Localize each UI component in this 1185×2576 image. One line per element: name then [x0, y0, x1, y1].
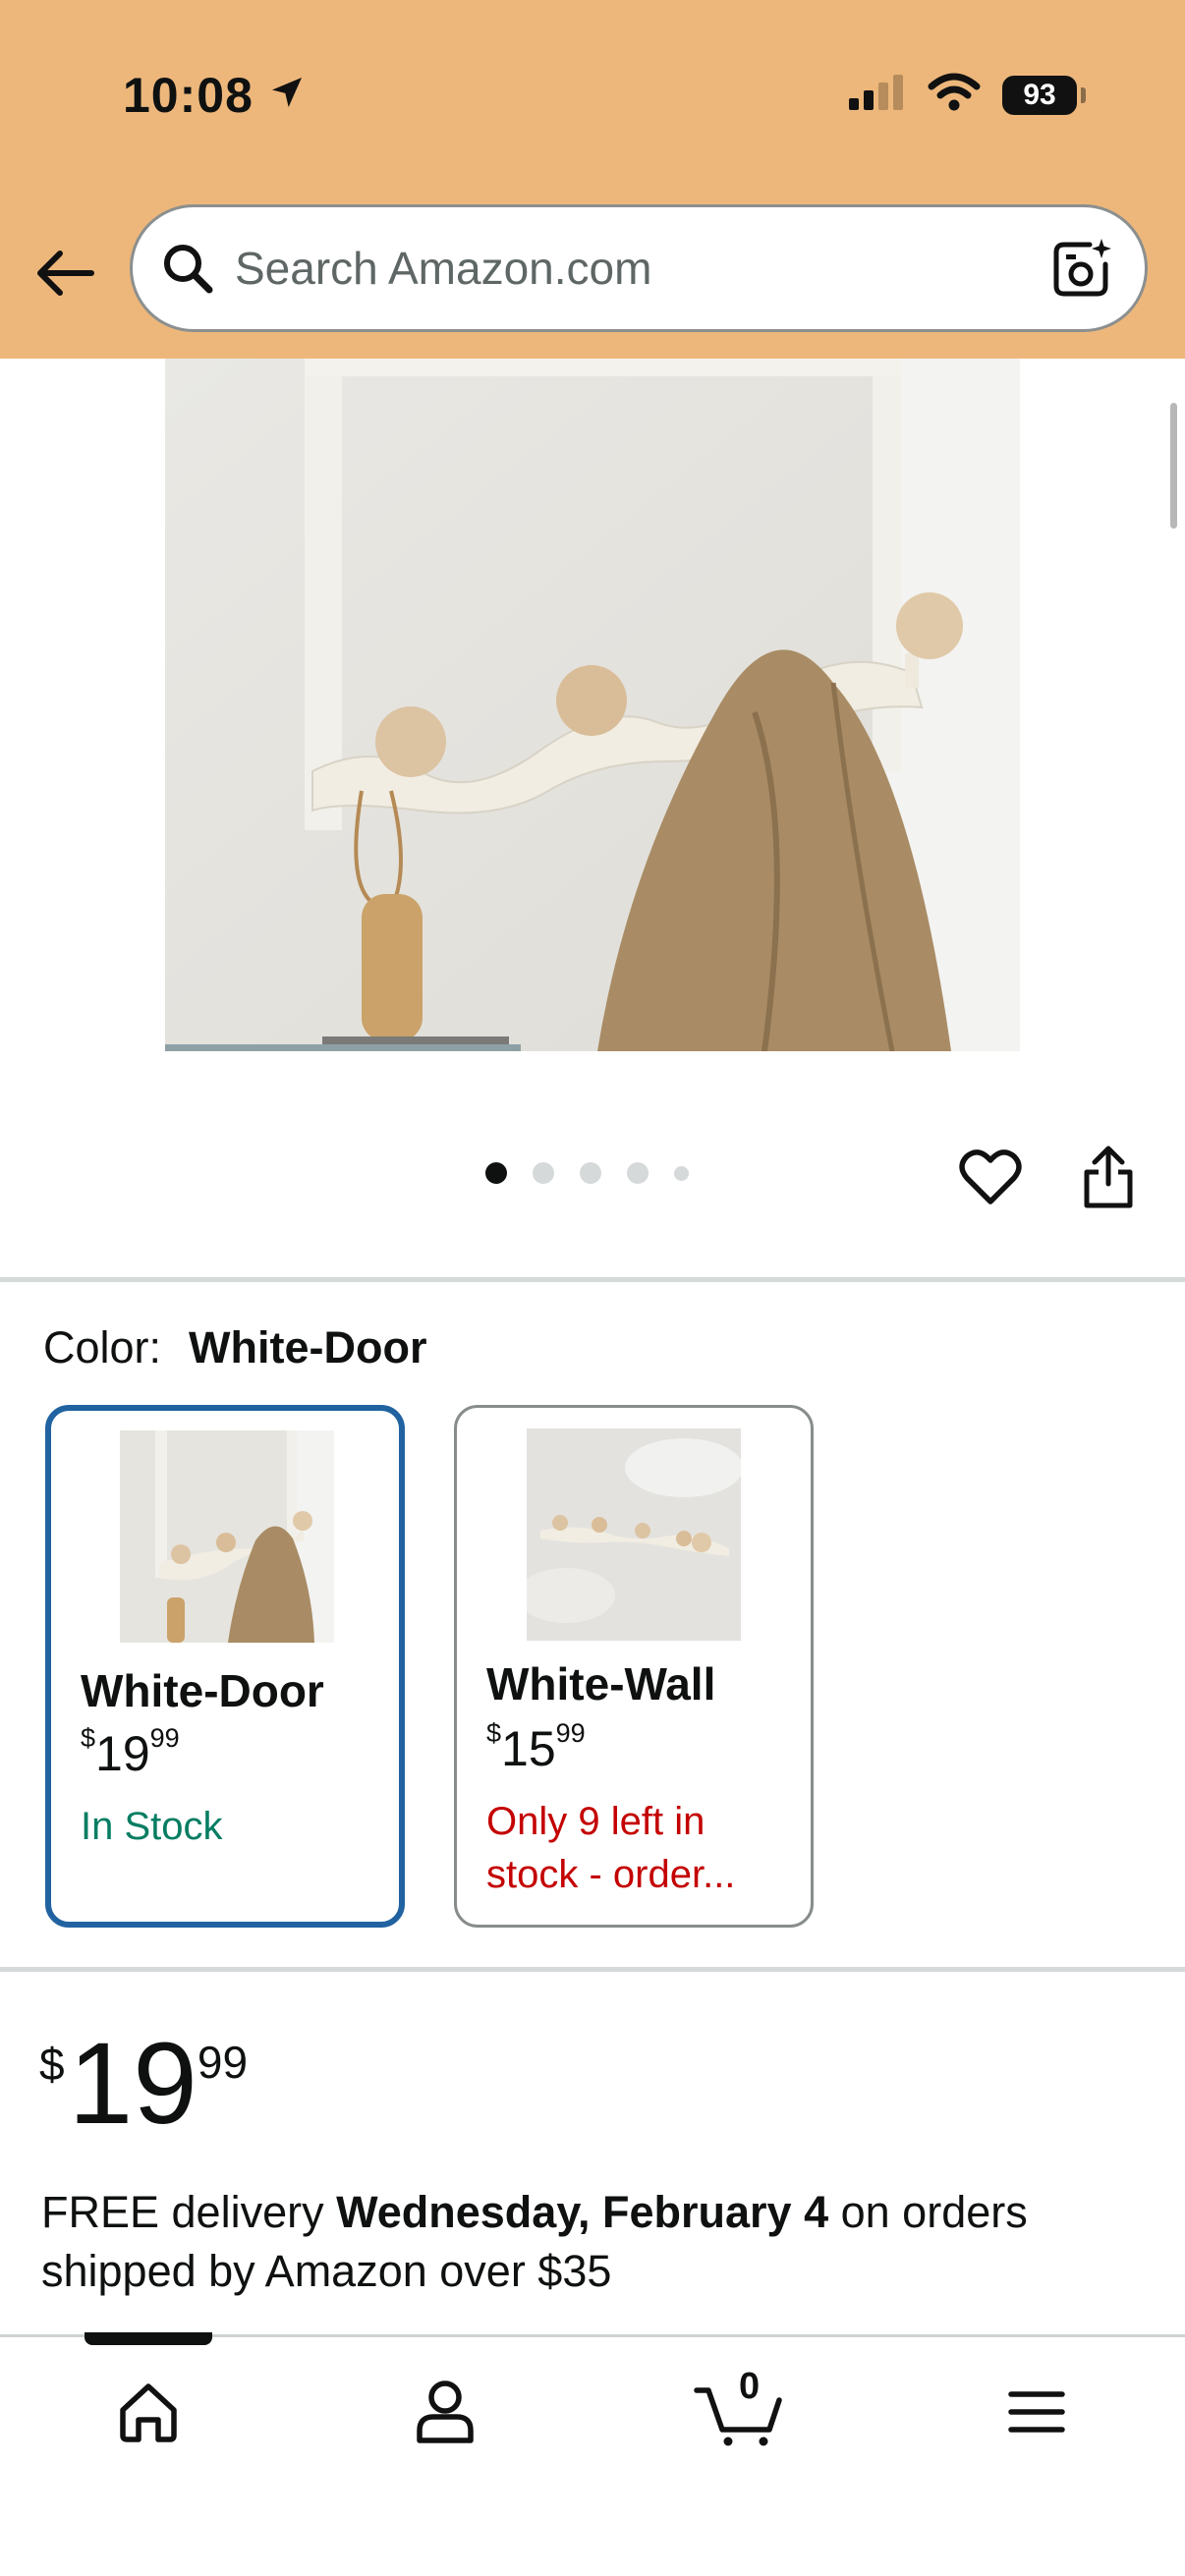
delivery-prefix: FREE delivery: [41, 2187, 337, 2237]
section-divider: [0, 1277, 1185, 1282]
color-label: Color:: [43, 1322, 162, 1372]
stock-status-line: stock - order...: [486, 1853, 736, 1896]
menu-icon: [1008, 2391, 1065, 2433]
product-image[interactable]: [165, 359, 1020, 1051]
image-progress-indicator: [165, 1044, 521, 1051]
delivery-date: Wednesday, February 4: [336, 2187, 829, 2237]
back-arrow-icon: [37, 251, 94, 296]
cellular-signal-icon: [849, 75, 906, 115]
clock-text: 10:08: [123, 68, 254, 123]
wifi-icon: [928, 73, 981, 117]
delivery-info: FREE delivery Wednesday, February 4 on o…: [41, 2183, 1142, 2301]
stock-status: In Stock: [81, 1805, 223, 1848]
price-fraction: 99: [149, 1723, 180, 1754]
color-selector-heading: Color: White-Door: [43, 1322, 427, 1373]
camera-search-icon[interactable]: [1046, 233, 1117, 304]
search-icon: [158, 239, 217, 298]
cart-count-badge: 0: [739, 2366, 761, 2407]
swatch-price: $1599: [486, 1718, 586, 1777]
stock-status: Only 9 left in stock - order...: [486, 1795, 735, 1901]
price-symbol: $: [486, 1718, 502, 1749]
gallery-dot[interactable]: [485, 1162, 507, 1184]
tab-menu[interactable]: [983, 2368, 1091, 2456]
battery-indicator: 93: [1002, 75, 1086, 115]
swatch-name: White-Door: [81, 1665, 324, 1716]
price-whole: 15: [501, 1721, 556, 1776]
tab-home[interactable]: [94, 2368, 202, 2456]
color-option-white-door[interactable]: White-Door $1999 In Stock: [45, 1405, 405, 1928]
section-divider: [0, 1967, 1185, 1972]
price-symbol: $: [81, 1723, 96, 1754]
home-icon: [120, 2383, 177, 2442]
location-arrow-icon: [267, 67, 307, 124]
tab-cart[interactable]: 0: [686, 2366, 794, 2456]
account-icon: [417, 2380, 474, 2443]
price-whole: 19: [68, 2019, 198, 2149]
swatch-thumbnail: [120, 1430, 334, 1643]
share-icon: [1084, 1146, 1133, 1208]
active-tab-indicator: [85, 2332, 212, 2345]
color-option-white-wall[interactable]: White-Wall $1599 Only 9 left in stock - …: [454, 1405, 814, 1928]
price-fraction: 99: [197, 2037, 249, 2088]
header: 10:08 93 Search Amazon.com: [0, 0, 1185, 359]
gallery-dot[interactable]: [580, 1162, 601, 1184]
share-button[interactable]: [1071, 1140, 1146, 1214]
heart-icon: [959, 1149, 1022, 1204]
product-price: $ 19 99: [39, 2026, 248, 2142]
wishlist-button[interactable]: [953, 1142, 1028, 1212]
price-whole: 19: [95, 1726, 150, 1781]
swatch-price: $1999: [81, 1723, 180, 1782]
price-fraction: 99: [555, 1718, 586, 1749]
gallery-dot[interactable]: [674, 1165, 689, 1181]
selected-color-value: White-Door: [189, 1322, 427, 1372]
search-input[interactable]: Search Amazon.com: [235, 242, 1046, 295]
scrollbar[interactable]: [1170, 403, 1177, 529]
status-icons: 93: [849, 73, 1086, 117]
gallery-dot[interactable]: [533, 1162, 554, 1184]
tab-account[interactable]: [391, 2368, 499, 2456]
swatch-name: White-Wall: [486, 1658, 716, 1709]
price-symbol: $: [39, 2039, 65, 2090]
search-bar[interactable]: Search Amazon.com: [130, 204, 1148, 332]
back-button[interactable]: [29, 238, 100, 308]
swatch-thumbnail: [527, 1428, 741, 1641]
status-time: 10:08: [123, 67, 307, 124]
gallery-pagination[interactable]: [485, 1162, 689, 1184]
stock-status-line: Only 9 left in: [486, 1800, 705, 1843]
product-page: 10:08 93 Search Amazon.com Color: White-…: [0, 0, 1185, 2576]
gallery-dot[interactable]: [627, 1162, 649, 1184]
